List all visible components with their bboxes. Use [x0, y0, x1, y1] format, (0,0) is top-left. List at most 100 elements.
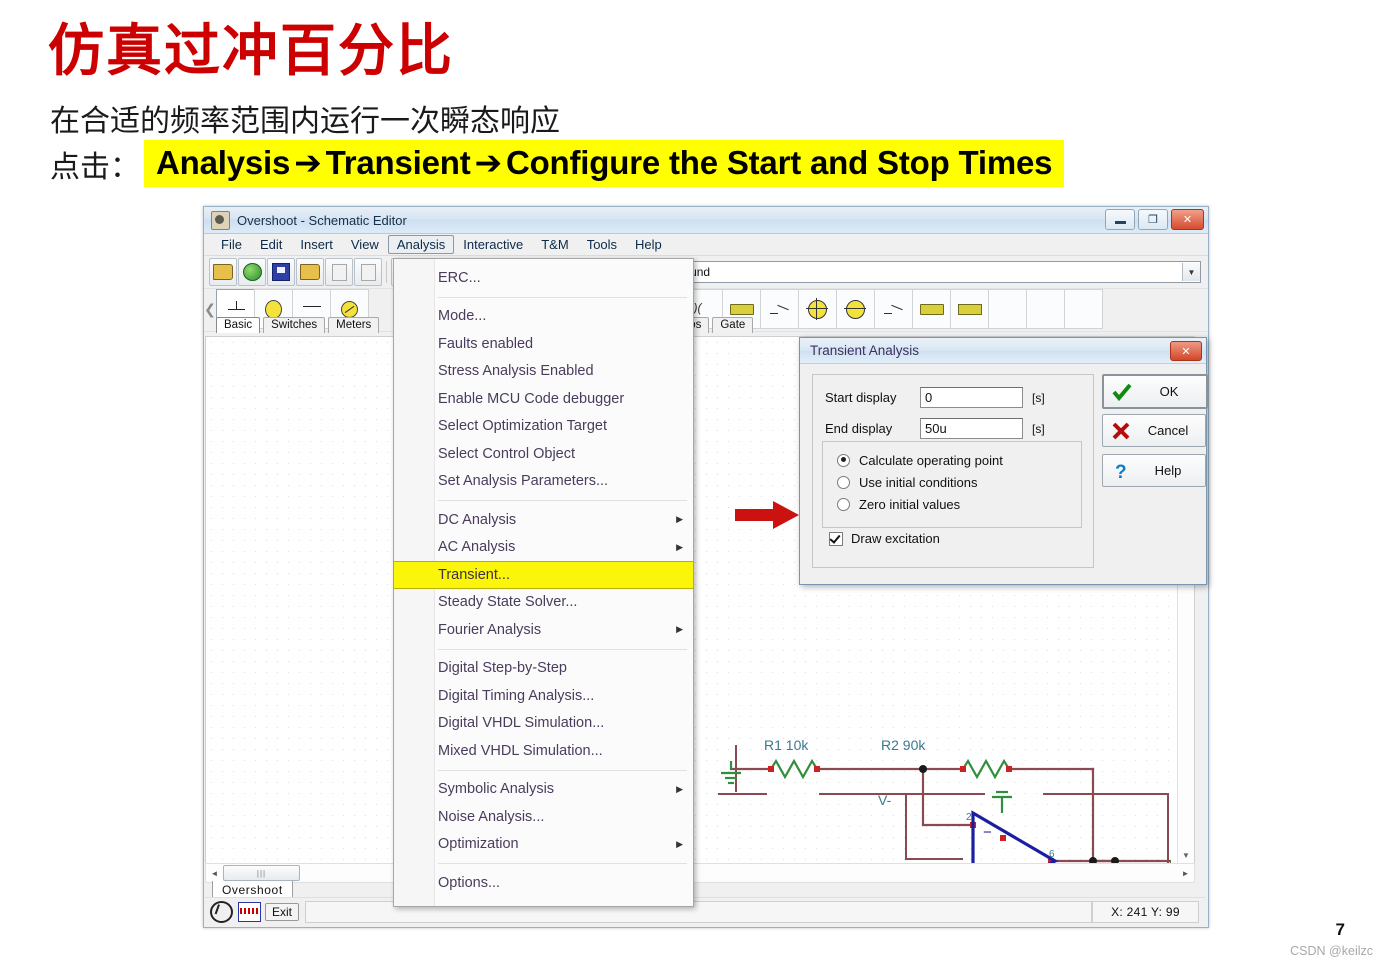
pin-number-2: 2: [966, 812, 972, 823]
menu-item-optimization[interactable]: Optimization ▶: [394, 831, 693, 859]
open-web-icon[interactable]: [238, 258, 266, 286]
menu-item-mode[interactable]: Mode...: [394, 303, 693, 331]
menu-item-set-analysis-parameters[interactable]: Set Analysis Parameters...: [394, 468, 693, 496]
part-voltage-source-icon[interactable]: [836, 289, 875, 329]
menu-edit[interactable]: Edit: [251, 235, 291, 254]
arrow-right-icon: ➔: [294, 143, 322, 182]
chevron-down-icon-comp[interactable]: ▼: [1182, 263, 1200, 281]
start-display-row: Start display 0 [s]: [825, 387, 1045, 408]
menu-item-digital-step-by-step[interactable]: Digital Step-by-Step: [394, 655, 693, 683]
svg-text:?: ?: [1115, 462, 1127, 480]
menu-item-select-control-object[interactable]: Select Control Object: [394, 440, 693, 468]
part-inductor-icon[interactable]: [912, 289, 951, 329]
draw-excitation-checkbox[interactable]: Draw excitation: [829, 531, 940, 546]
paste-icon[interactable]: [354, 258, 382, 286]
help-button[interactable]: ? Help: [1102, 454, 1206, 487]
menu-item-transient[interactable]: Transient...: [393, 561, 694, 589]
menu-separator-5: [438, 863, 687, 864]
minimize-button[interactable]: [1105, 209, 1135, 230]
menu-item-enable-mcu-code-debugger[interactable]: Enable MCU Code debugger: [394, 385, 693, 413]
window-title: Overshoot - Schematic Editor: [237, 212, 407, 228]
copy-icon[interactable]: [325, 258, 353, 286]
menu-item-dc-analysis[interactable]: DC Analysis ▶: [394, 506, 693, 534]
analysis-dropdown-menu[interactable]: ERC... Mode... Faults enabled Stress Ana…: [393, 258, 694, 907]
menu-help[interactable]: Help: [626, 235, 671, 254]
menu-item-steady-state-solver[interactable]: Steady State Solver...: [394, 589, 693, 617]
menu-tools[interactable]: Tools: [578, 235, 626, 254]
run-icon[interactable]: [209, 901, 233, 923]
menu-insert[interactable]: Insert: [291, 235, 342, 254]
watermark: CSDN @keilzc: [1290, 944, 1373, 958]
dialog-settings-group: Start display 0 [s] End display 50u [s] …: [812, 374, 1094, 568]
part-current-source-icon[interactable]: [798, 289, 837, 329]
part-blank-1[interactable]: [988, 289, 1027, 329]
menu-file[interactable]: File: [212, 235, 251, 254]
parts-tab-switches[interactable]: Switches: [263, 317, 326, 333]
transient-analysis-dialog[interactable]: Transient Analysis ✕ Start display 0 [s]…: [799, 337, 1208, 585]
end-display-row: End display 50u [s]: [825, 418, 1045, 439]
menu-item-symbolic-analysis[interactable]: Symbolic Analysis ▶: [394, 776, 693, 804]
menu-item-label: Transient...: [438, 566, 510, 583]
start-display-input[interactable]: 0: [920, 387, 1023, 408]
parts-tab-gate[interactable]: Gate: [712, 317, 754, 333]
menu-item-faults-enabled[interactable]: Faults enabled: [394, 330, 693, 358]
save-icon[interactable]: [267, 258, 295, 286]
restore-button[interactable]: ❐: [1138, 209, 1168, 230]
menu-item-label: Set Analysis Parameters...: [438, 473, 609, 490]
menubar: File Edit Insert View Analysis Interacti…: [204, 234, 1208, 256]
parts-tab-meters[interactable]: Meters: [328, 317, 380, 333]
parts-tab-basic[interactable]: Basic: [216, 317, 261, 333]
pin-number-6: 6: [1049, 849, 1055, 860]
dialog-close-button[interactable]: ✕: [1170, 341, 1202, 361]
menu-item-fourier-analysis[interactable]: Fourier Analysis ▶: [394, 616, 693, 644]
cancel-button[interactable]: Cancel: [1102, 414, 1206, 447]
open-folder-icon[interactable]: [209, 258, 237, 286]
menu-analysis[interactable]: Analysis: [387, 235, 455, 254]
menu-view[interactable]: View: [342, 235, 388, 254]
radio-use-initial-conditions[interactable]: Use initial conditions: [823, 471, 1081, 493]
waveform-icon[interactable]: [237, 901, 261, 923]
component-combo[interactable]: Ground ▼: [664, 261, 1201, 283]
label-r1: R1 10k: [764, 737, 809, 753]
menu-item-stress-analysis-enabled[interactable]: Stress Analysis Enabled: [394, 358, 693, 386]
menu-item-mixed-vhdl-simulation[interactable]: Mixed VHDL Simulation...: [394, 737, 693, 765]
chevron-right-icon: ▶: [676, 838, 683, 849]
radio-indicator: [837, 497, 850, 511]
menu-item-options[interactable]: Options...: [394, 869, 693, 897]
menu-tm[interactable]: T&M: [532, 235, 577, 254]
exit-button[interactable]: Exit: [265, 903, 300, 921]
red-arrow-annotation: [735, 501, 799, 529]
radio-calculate-operating-point[interactable]: Calculate operating point: [823, 449, 1081, 471]
menu-item-noise-analysis[interactable]: Noise Analysis...: [394, 803, 693, 831]
ok-button[interactable]: OK: [1102, 374, 1208, 409]
menu-item-label: DC Analysis: [438, 511, 517, 528]
scroll-right-arrow-icon[interactable]: ►: [1177, 865, 1194, 881]
part-blank-2[interactable]: [1026, 289, 1065, 329]
part-blank-3[interactable]: [1064, 289, 1103, 329]
menu-separator-3: [438, 648, 687, 650]
menu-item-select-optimization-target[interactable]: Select Optimization Target: [394, 413, 693, 441]
menu-interactive[interactable]: Interactive: [454, 235, 532, 254]
parts-toolbar: ❮ )( )( Basic Switches Meters ce Macros …: [204, 289, 1208, 333]
end-display-input[interactable]: 50u: [920, 418, 1023, 439]
cancel-button-label: Cancel: [1147, 423, 1189, 438]
part-switch-icon[interactable]: [760, 289, 799, 329]
close-button[interactable]: ✕: [1171, 209, 1204, 230]
scroll-down-icon[interactable]: ▼: [1178, 847, 1194, 863]
horizontal-scrollbar[interactable]: ◄ ||| ►: [205, 863, 1195, 883]
open-recent-icon[interactable]: [296, 258, 324, 286]
scroll-left-arrow-icon[interactable]: ◄: [206, 865, 223, 881]
part-controlled-source-icon[interactable]: [874, 289, 913, 329]
radio-zero-initial-values[interactable]: Zero initial values: [823, 493, 1081, 515]
menu-item-digital-timing-analysis[interactable]: Digital Timing Analysis...: [394, 682, 693, 710]
start-display-label: Start display: [825, 390, 897, 405]
x-icon: [1112, 422, 1130, 439]
menu-item-label: Digital VHDL Simulation...: [438, 715, 605, 732]
chevron-right-icon: ▶: [676, 541, 683, 552]
menu-item-digital-vhdl-simulation[interactable]: Digital VHDL Simulation...: [394, 710, 693, 738]
menu-item-erc[interactable]: ERC...: [394, 264, 693, 292]
part-impedance-icon[interactable]: [950, 289, 989, 329]
click-instruction-highlight: Analysis ➔ Transient ➔ Configure the Start a…: [144, 140, 1065, 187]
menu-item-ac-analysis[interactable]: AC Analysis ▶: [394, 534, 693, 562]
horizontal-scroll-thumb[interactable]: |||: [223, 865, 300, 881]
